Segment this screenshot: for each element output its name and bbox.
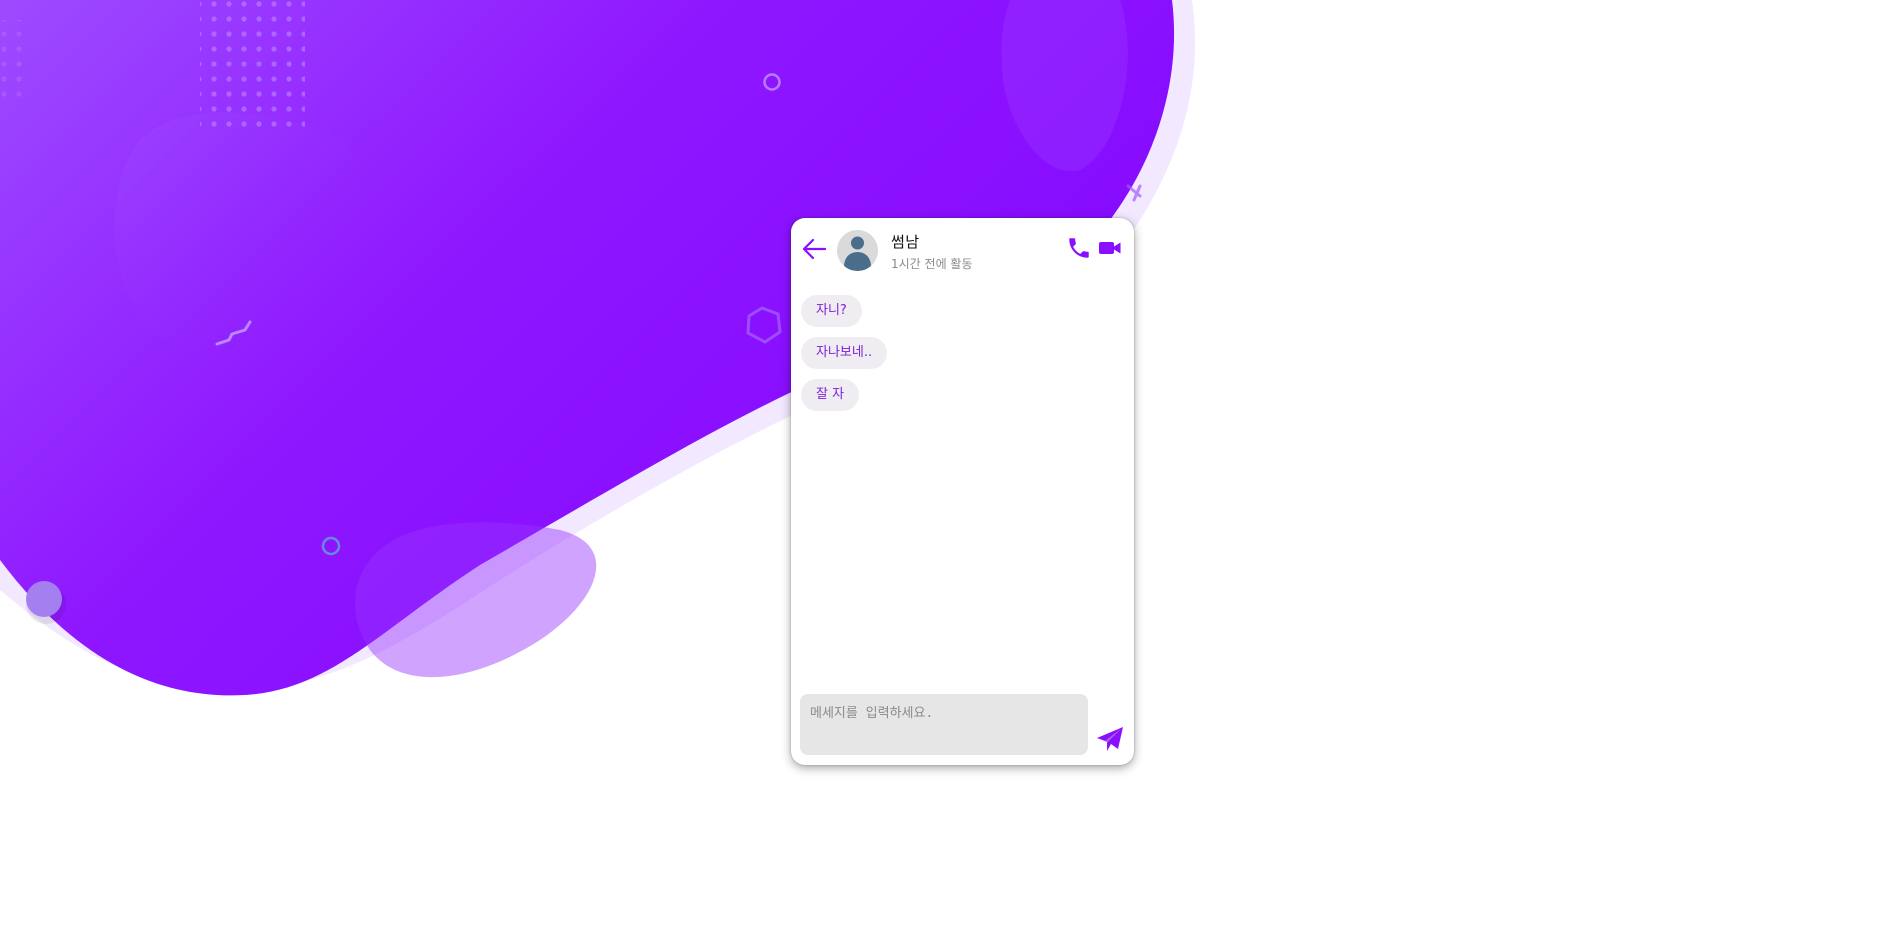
phone-icon <box>1069 238 1089 258</box>
person-avatar-icon <box>837 230 878 271</box>
contact-name: 썸남 <box>891 233 920 251</box>
video-camera-icon <box>1099 242 1121 254</box>
paper-plane-send-icon <box>1097 727 1123 751</box>
back-button[interactable] <box>801 236 829 262</box>
chat-header: 썸남 1시간 전에 활동 <box>791 218 1134 284</box>
message-bubble: 잘 자 <box>801 379 860 411</box>
message-bubble: 자니? <box>801 295 862 327</box>
chat-window: 썸남 1시간 전에 활동 자니? 자나보네.. 잘 자 <box>791 218 1134 765</box>
avatar[interactable] <box>837 230 878 271</box>
arrow-left-icon <box>802 238 827 260</box>
voice-call-button[interactable] <box>1066 235 1092 261</box>
page-background: 썸남 1시간 전에 활동 자니? 자나보네.. 잘 자 <box>0 0 1899 951</box>
message-list: 자니? 자나보네.. 잘 자 <box>801 295 1121 421</box>
video-call-button[interactable] <box>1097 236 1123 260</box>
message-bubble: 자나보네.. <box>801 337 888 369</box>
send-button[interactable] <box>1095 725 1125 753</box>
message-input[interactable] <box>800 694 1088 755</box>
contact-status: 1시간 전에 활동 <box>891 257 973 271</box>
